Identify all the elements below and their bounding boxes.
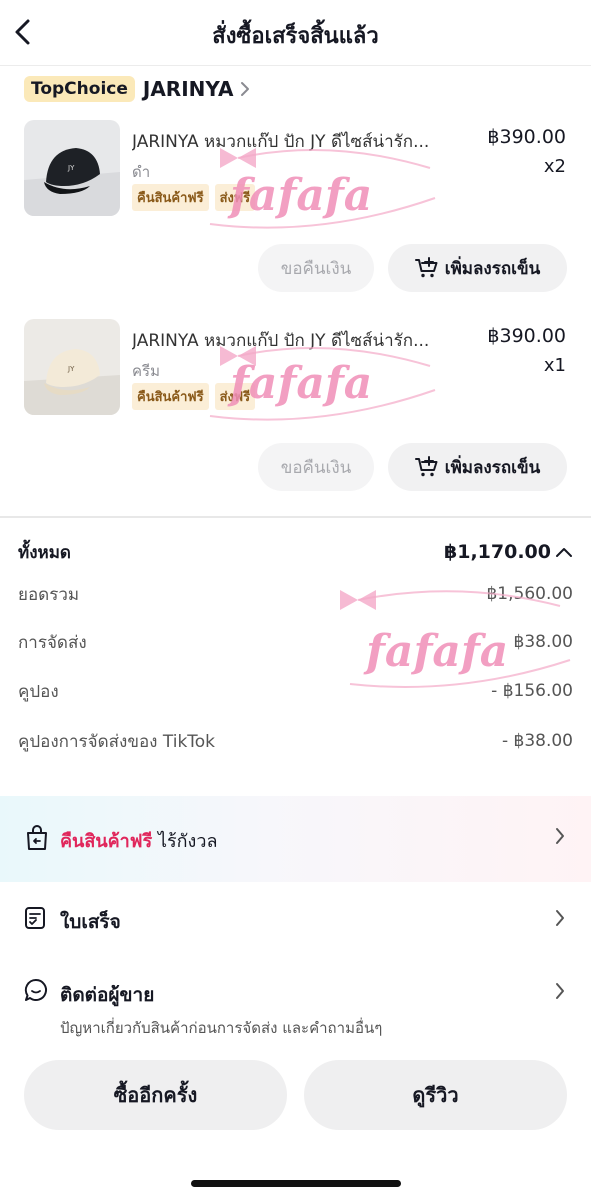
receipt-item[interactable]: ใบเสร็จ bbox=[0, 900, 591, 940]
receipt-label: ใบเสร็จ bbox=[60, 911, 121, 933]
product-price: ฿390.00 bbox=[487, 325, 566, 347]
product-variant: ครีม bbox=[132, 362, 160, 380]
contact-seller-subtitle: ปัญหาเกี่ยวกับสินค้าก่อนการจัดส่ง และคำถ… bbox=[60, 1019, 383, 1037]
chevron-right-icon bbox=[554, 981, 566, 1005]
page-title: สั่งซื้อเสร็จสิ้นแล้ว bbox=[212, 24, 379, 49]
svg-text:JY: JY bbox=[67, 365, 75, 373]
product-quantity: x1 bbox=[543, 355, 566, 376]
free-shipping-badge: ส่งฟรี bbox=[214, 383, 256, 410]
section-divider bbox=[0, 516, 591, 518]
buy-again-button[interactable]: ซื้ออีกครั้ง bbox=[24, 1060, 287, 1130]
add-to-cart-label: เพิ่มลงรถเข็น bbox=[444, 457, 541, 478]
view-review-button[interactable]: ดูรีวิว bbox=[304, 1060, 567, 1130]
shop-name: JARINYA bbox=[142, 77, 234, 101]
summary-label: คูปอง bbox=[18, 681, 59, 702]
order-total-toggle[interactable]: ทั้งหมด ฿1,170.00 bbox=[18, 538, 573, 566]
chevron-right-icon bbox=[554, 826, 566, 850]
product-title[interactable]: JARINYA หมวกแก๊ป ปัก JY ดีไซส์น่ารัก... bbox=[132, 128, 472, 155]
summary-label: ยอดรวม bbox=[18, 584, 80, 605]
product-price: ฿390.00 bbox=[487, 126, 566, 148]
free-return-badge: คืนสินค้าฟรี bbox=[132, 383, 209, 410]
chat-icon bbox=[24, 978, 48, 1006]
shop-link[interactable]: TopChoice JARINYA bbox=[24, 74, 251, 104]
summary-value: - ฿156.00 bbox=[491, 681, 573, 701]
return-bag-icon bbox=[25, 825, 49, 855]
chevron-right-icon bbox=[554, 908, 566, 932]
product-title[interactable]: JARINYA หมวกแก๊ป ปัก JY ดีไซส์น่ารัก... bbox=[132, 327, 472, 354]
total-label: ทั้งหมด bbox=[18, 542, 71, 563]
summary-value: - ฿38.00 bbox=[501, 731, 573, 751]
add-to-cart-button[interactable]: เพิ่มลงรถเข็น bbox=[388, 443, 567, 491]
cart-add-icon bbox=[414, 257, 438, 278]
summary-row-shipping-coupon: คูปองการจัดส่งของ TikTok - ฿38.00 bbox=[18, 727, 573, 755]
product-image-black-cap[interactable]: JY bbox=[24, 120, 120, 216]
total-value: ฿1,170.00 bbox=[444, 541, 551, 563]
product-quantity: x2 bbox=[543, 156, 566, 177]
cart-add-icon bbox=[414, 456, 438, 477]
free-return-banner[interactable]: คืนสินค้าฟรี ไร้กังวล bbox=[0, 796, 591, 882]
summary-label: การจัดส่ง bbox=[18, 632, 87, 653]
summary-value: ฿1,560.00 bbox=[486, 584, 573, 604]
summary-row-subtotal: ยอดรวม ฿1,560.00 bbox=[18, 580, 573, 608]
promo-highlight: คืนสินค้าฟรี bbox=[60, 831, 153, 852]
order-item: JY JARINYA หมวกแก๊ป ปัก JY ดีไซส์น่ารัก.… bbox=[0, 120, 591, 320]
product-image-cream-cap[interactable]: JY bbox=[24, 319, 120, 415]
refund-button[interactable]: ขอคืนเงิน bbox=[258, 244, 374, 292]
contact-seller-label: ติดต่อผู้ขาย bbox=[60, 984, 155, 1006]
summary-row-coupon: คูปอง - ฿156.00 bbox=[18, 677, 573, 705]
add-to-cart-button[interactable]: เพิ่มลงรถเข็น bbox=[388, 244, 567, 292]
promo-text: คืนสินค้าฟรี ไร้กังวล bbox=[60, 826, 217, 855]
home-indicator bbox=[191, 1180, 401, 1187]
summary-row-shipping: การจัดส่ง ฿38.00 bbox=[18, 628, 573, 656]
svg-text:JY: JY bbox=[67, 164, 75, 172]
product-variant: ดำ bbox=[132, 163, 151, 181]
add-to-cart-label: เพิ่มลงรถเข็น bbox=[444, 258, 541, 279]
receipt-icon bbox=[24, 906, 46, 934]
chevron-up-icon bbox=[556, 548, 572, 557]
summary-label: คูปองการจัดส่งของ TikTok bbox=[18, 731, 216, 752]
promo-rest: ไร้กังวล bbox=[157, 831, 218, 852]
topchoice-badge: TopChoice bbox=[24, 76, 135, 102]
free-return-badge: คืนสินค้าฟรี bbox=[132, 184, 209, 211]
free-shipping-badge: ส่งฟรี bbox=[214, 184, 256, 211]
summary-value: ฿38.00 bbox=[513, 632, 573, 652]
order-item: JY JARINYA หมวกแก๊ป ปัก JY ดีไซส์น่ารัก.… bbox=[0, 319, 591, 519]
header-bar: สั่งซื้อเสร็จสิ้นแล้ว bbox=[0, 0, 591, 66]
chevron-right-icon bbox=[239, 80, 251, 98]
contact-seller-item[interactable]: ติดต่อผู้ขาย ปัญหาเกี่ยวกับสินค้าก่อนการ… bbox=[0, 972, 591, 1044]
refund-button[interactable]: ขอคืนเงิน bbox=[258, 443, 374, 491]
